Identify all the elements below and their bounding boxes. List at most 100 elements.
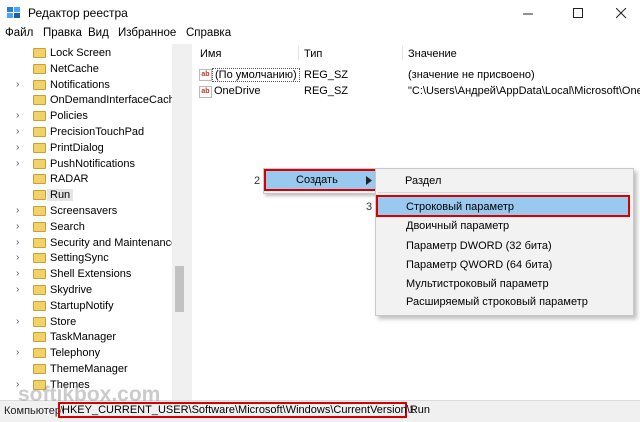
tree-item[interactable]: Run (0, 188, 172, 204)
value-row-onedrive-name[interactable]: OneDrive (214, 85, 260, 97)
minimize-button[interactable] (505, 0, 551, 26)
column-separator[interactable] (298, 46, 299, 60)
column-value[interactable]: Значение (408, 48, 457, 60)
expand-chevron-icon[interactable]: › (16, 110, 19, 121)
tree-item-label: Skydrive (50, 284, 93, 296)
folder-icon (33, 348, 46, 359)
tree-item[interactable]: › Skydrive (0, 283, 172, 299)
tree-item[interactable]: TaskManager (0, 330, 172, 346)
expand-chevron-icon[interactable]: › (16, 268, 19, 279)
tree-item[interactable]: OnDemandInterfaceCache (0, 93, 181, 109)
folder-icon (33, 332, 46, 343)
close-icon (615, 7, 626, 18)
menu-file[interactable]: Файл (5, 27, 33, 39)
tree-item[interactable]: StartupNotify (0, 299, 172, 315)
value-row-default-name[interactable]: (По умолчанию) (212, 68, 300, 82)
tree-item[interactable]: RADAR (0, 172, 172, 188)
submenu-binary-value[interactable]: Двоичный параметр (406, 220, 509, 232)
maximize-button[interactable] (555, 0, 601, 26)
tree-item-label: Screensavers (50, 205, 118, 217)
submenu-multistring-value[interactable]: Мультистроковый параметр (406, 278, 549, 290)
column-separator[interactable] (402, 46, 403, 60)
menu-bar: Файл Правка Вид Избранное Справка (0, 26, 640, 44)
expand-chevron-icon[interactable]: › (16, 347, 19, 358)
tree-item-label: TaskManager (50, 331, 117, 344)
expand-chevron-icon[interactable]: › (16, 142, 19, 153)
tree-item[interactable]: Lock Screen (0, 46, 172, 62)
tree-item[interactable]: › Telephony (0, 346, 172, 362)
tree-scrollbar-thumb[interactable] (175, 266, 184, 312)
expand-chevron-icon[interactable]: › (16, 221, 19, 232)
submenu-expandable-string-value[interactable]: Расширяемый строковый параметр (406, 296, 588, 308)
column-name[interactable]: Имя (200, 48, 221, 60)
tree-item-label: PrintDialog (50, 141, 104, 154)
submenu-qword-value[interactable]: Параметр QWORD (64 бита) (406, 259, 552, 271)
value-row-default-data: (значение не присвоено) (408, 69, 535, 81)
tree-item-label: Policies (50, 110, 88, 123)
folder-icon (33, 269, 46, 280)
expand-chevron-icon[interactable]: › (16, 237, 19, 248)
menu-favorites[interactable]: Избранное (118, 27, 176, 39)
folder-icon (33, 206, 46, 216)
tree-item[interactable]: › PrintDialog (0, 141, 172, 157)
tree-item-label: Telephony (50, 347, 101, 360)
tree-item-label: PrecisionTouchPad (50, 126, 145, 138)
registry-tree[interactable]: Lock Screen NetCache › Notifications OnDeman… (0, 44, 187, 400)
regedit-icon (7, 7, 20, 18)
tree-item[interactable]: › Screensavers (0, 204, 172, 220)
column-type[interactable]: Тип (304, 48, 322, 60)
value-row-onedrive-data: "C:\Users\Андрей\AppData\Local\Microsoft… (408, 85, 640, 97)
step-label-1: 1 (409, 404, 416, 416)
tree-item-label: NetCache (50, 62, 99, 75)
value-row-onedrive-type: REG_SZ (304, 85, 349, 97)
tree-item[interactable]: ThemeManager (0, 362, 172, 378)
step-label-2: 2 (254, 175, 261, 187)
expand-chevron-icon[interactable]: › (16, 205, 19, 216)
tree-item[interactable]: › PrecisionTouchPad (0, 125, 172, 141)
tree-item[interactable]: › SettingSync (0, 251, 172, 267)
tree-item-label: ThemeManager (50, 363, 128, 375)
folder-icon (33, 190, 46, 201)
folder-icon (33, 158, 46, 169)
tree-item[interactable]: › Policies (0, 109, 172, 125)
tree-item-label: Security and Maintenance (50, 236, 178, 249)
string-value-icon: ab (199, 69, 212, 81)
tree-scrollbar[interactable] (172, 44, 187, 400)
menu-help[interactable]: Справка (186, 27, 231, 39)
expand-chevron-icon[interactable]: › (16, 252, 19, 263)
folder-icon (33, 253, 46, 264)
folder-icon (33, 111, 46, 122)
close-button[interactable] (598, 0, 640, 26)
tree-item-label: Search (50, 220, 85, 233)
expand-chevron-icon[interactable]: › (16, 126, 19, 137)
expand-chevron-icon[interactable]: › (16, 158, 19, 169)
minimize-icon (522, 13, 533, 14)
submenu-string-value-label: Строковый параметр (406, 201, 515, 213)
tree-item[interactable]: NetCache (0, 62, 172, 78)
tree-item[interactable]: › Store (0, 315, 172, 331)
menu-view[interactable]: Вид (88, 27, 109, 39)
folder-icon (33, 95, 46, 106)
menu-edit[interactable]: Правка (43, 27, 82, 39)
submenu-dword-value[interactable]: Параметр DWORD (32 бита) (406, 240, 552, 252)
tree-item-label: OnDemandInterfaceCache (50, 94, 181, 107)
title-bar: Редактор реестра (0, 0, 640, 26)
value-row-default-type: REG_SZ (304, 69, 349, 81)
tree-item-label: Store (50, 315, 77, 328)
tree-item[interactable]: › PushNotifications (0, 157, 172, 173)
tree-item-label: Notifications (50, 78, 110, 91)
expand-chevron-icon[interactable]: › (16, 284, 19, 295)
tree-item[interactable]: › Shell Extensions (0, 267, 172, 283)
expand-chevron-icon[interactable]: › (16, 316, 19, 327)
folder-icon (33, 300, 46, 311)
submenu-key[interactable]: Раздел (405, 175, 441, 187)
menu-divider (378, 192, 629, 193)
tree-item[interactable]: › Security and Maintenance (0, 236, 177, 252)
expand-chevron-icon[interactable]: › (16, 79, 19, 90)
tree-item[interactable]: › Search (0, 220, 172, 236)
chevron-right-icon (366, 176, 372, 185)
folder-icon (33, 48, 46, 58)
tree-item[interactable]: › Notifications (0, 78, 172, 94)
window-title: Редактор реестра (28, 6, 128, 20)
folder-icon (33, 142, 46, 153)
